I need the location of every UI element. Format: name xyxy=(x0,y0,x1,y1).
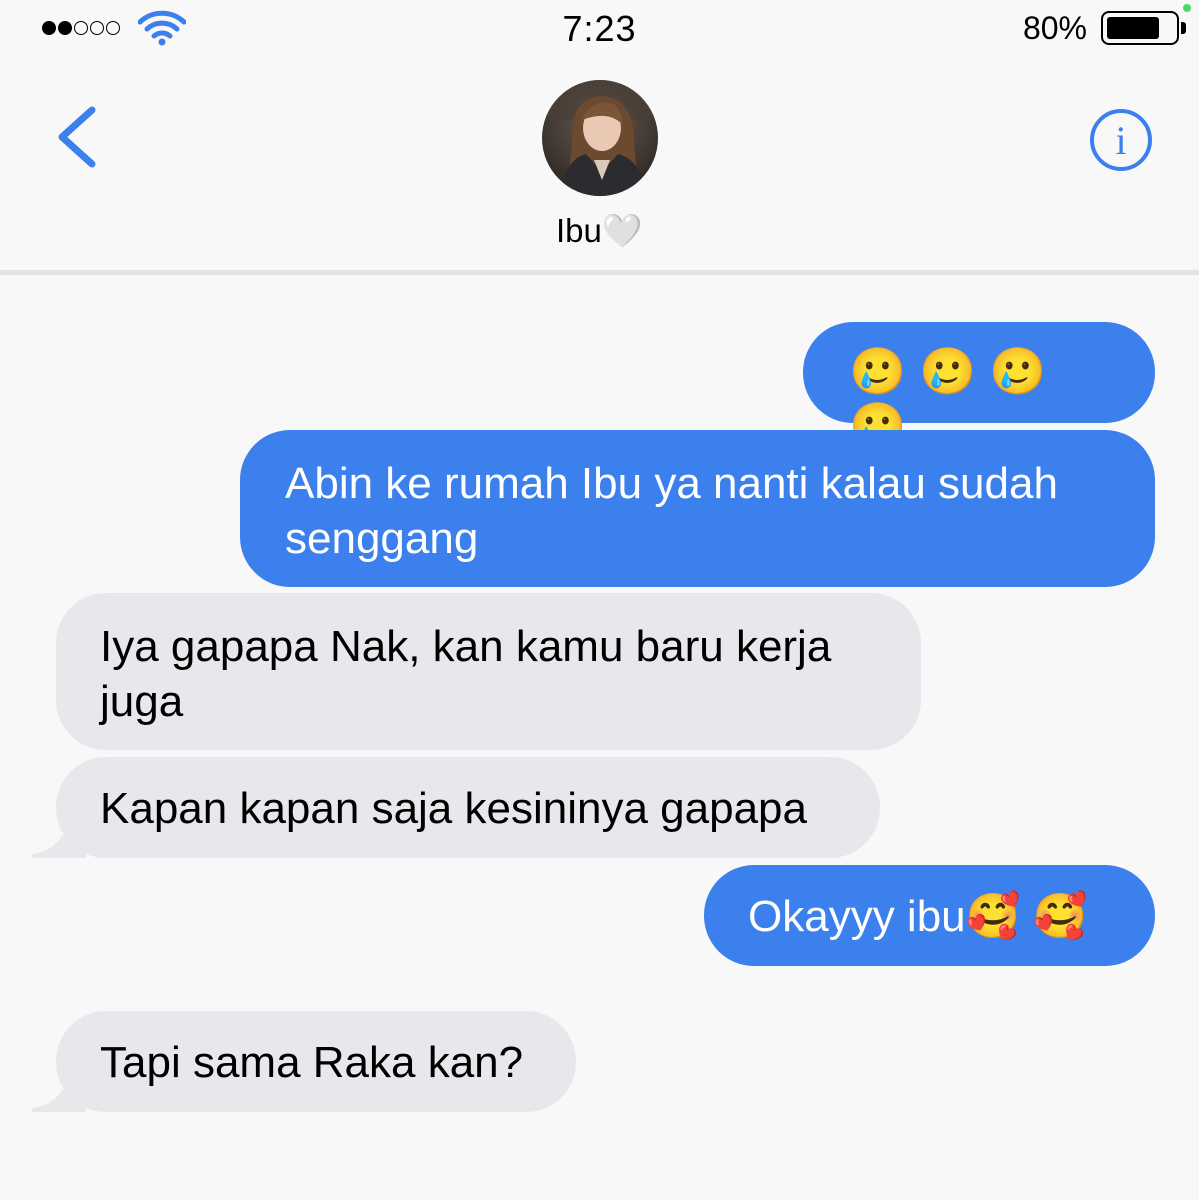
bubble-tail xyxy=(32,818,86,858)
message-bubble-sent[interactable]: 🥲 🥲 🥲 🥲 xyxy=(803,322,1155,452)
status-bar: 7:23 80% xyxy=(0,0,1199,60)
battery-icon xyxy=(1101,11,1179,45)
message-bubble-sent[interactable]: Okayyy ibu🥰 🥰 xyxy=(704,865,1155,966)
contact-avatar[interactable] xyxy=(542,80,658,196)
message-bubble-received[interactable]: Kapan kapan saja kesininya gapapa xyxy=(56,757,880,858)
charging-indicator xyxy=(1183,4,1191,12)
message-text: Okayyy ibu🥰 🥰 xyxy=(748,892,1088,941)
battery-percentage: 80% xyxy=(1022,10,1087,46)
message-text: Tapi sama Raka kan? xyxy=(100,1038,524,1087)
bubble-tail xyxy=(32,1072,86,1112)
message-bubble-received[interactable]: Tapi sama Raka kan? xyxy=(56,1011,576,1112)
message-text: Iya gapapa Nak, kan kamu baru kerja juga xyxy=(100,622,832,726)
svg-text:i: i xyxy=(1115,118,1126,163)
header-divider xyxy=(0,270,1199,275)
message-text: Kapan kapan saja kesininya gapapa xyxy=(100,784,807,833)
message-text: Abin ke rumah Ibu ya nanti kalau sudah s… xyxy=(285,459,1058,563)
status-time: 7:23 xyxy=(562,8,637,49)
conversation-header: Ibu🤍 i xyxy=(0,60,1199,272)
contact-name[interactable]: Ibu🤍 xyxy=(0,212,1199,251)
chevron-left-icon[interactable] xyxy=(52,104,100,170)
message-bubble-sent[interactable]: Abin ke rumah Ibu ya nanti kalau sudah s… xyxy=(240,430,1155,587)
message-bubble-received[interactable]: Iya gapapa Nak, kan kamu baru kerja juga xyxy=(56,593,921,750)
info-circle-icon[interactable]: i xyxy=(1089,108,1153,172)
